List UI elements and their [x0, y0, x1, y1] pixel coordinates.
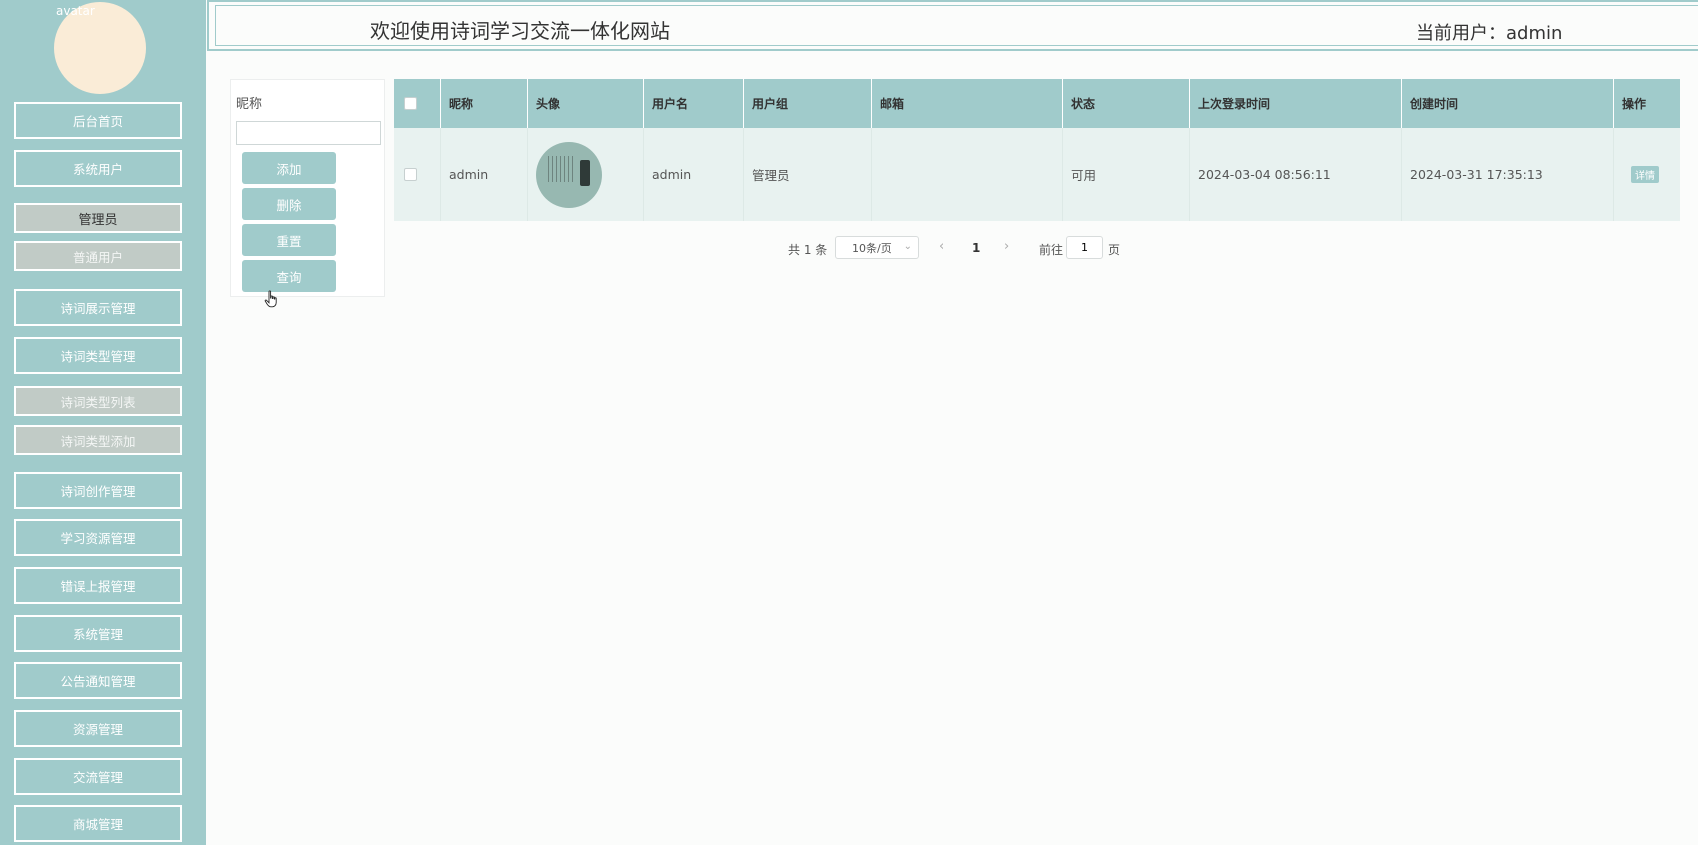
sidebar-item-label: 商城管理	[72, 817, 123, 832]
sidebar-item-poem-types[interactable]: 诗词类型管理	[14, 337, 182, 374]
sidebar-item-home[interactable]: 后台首页	[14, 102, 182, 139]
chevron-right-icon[interactable]: ›	[1004, 239, 1009, 254]
chevron-down-icon: ⌄	[903, 241, 912, 252]
sidebar-item-label: 交流管理	[72, 770, 123, 785]
pagination-total: 共 1 条	[788, 243, 828, 257]
add-button[interactable]: 添加	[242, 152, 336, 184]
sidebar-item-poem-display[interactable]: 诗词展示管理	[14, 289, 182, 326]
column-header-username[interactable]: 用户名	[644, 79, 744, 128]
column-header-email[interactable]: 邮箱	[872, 79, 1063, 128]
site-title: 欢迎使用诗词学习交流一体化网站	[370, 19, 670, 43]
column-header-group[interactable]: 用户组	[744, 79, 872, 128]
nickname-label: 昵称	[236, 97, 263, 112]
sidebar-item-label: 诗词类型添加	[60, 433, 136, 449]
sidebar-item-label: 后台首页	[72, 114, 123, 129]
sidebar-item-label: 诗词展示管理	[60, 301, 136, 316]
cell-actions: 详情	[1614, 128, 1680, 221]
delete-button[interactable]: 删除	[242, 188, 336, 220]
select-all-cell	[394, 79, 441, 128]
goto-page-input[interactable]	[1066, 236, 1103, 259]
sidebar-item-exchange[interactable]: 交流管理	[14, 758, 182, 795]
row-checkbox[interactable]	[404, 168, 417, 181]
column-header-nickname[interactable]: 昵称	[441, 79, 528, 128]
query-button[interactable]: 查询	[242, 260, 336, 292]
cell-created: 2024-03-31 17:35:13	[1402, 128, 1614, 221]
sidebar-item-label: 公告通知管理	[60, 674, 136, 689]
table-row: admin admin 管理员 可用 2024-03-04 08:56:11 2…	[394, 128, 1680, 221]
nickname-search-input[interactable]	[236, 121, 381, 145]
cell-username: admin	[644, 128, 744, 221]
sidebar-item-label: 管理员	[78, 212, 118, 228]
detail-button[interactable]: 详情	[1631, 166, 1659, 183]
cell-status: 可用	[1063, 128, 1190, 221]
table-header: 昵称 头像 用户名 用户组 邮箱 状态 上次登录时间 创建时间 操作	[394, 79, 1680, 128]
sidebar-item-label: 诗词创作管理	[60, 484, 136, 499]
cell-avatar	[528, 128, 644, 221]
sidebar-item-label: 普通用户	[72, 249, 123, 265]
current-page[interactable]: 1	[972, 241, 980, 255]
sidebar-item-label: 错误上报管理	[60, 579, 136, 594]
sidebar-item-system-management[interactable]: 系统管理	[14, 615, 182, 652]
sidebar-item-system-users[interactable]: 系统用户	[14, 150, 182, 187]
sidebar-item-label: 系统用户	[72, 162, 123, 177]
sidebar-item-label: 学习资源管理	[60, 531, 136, 546]
sidebar-item-label: 诗词类型管理	[60, 349, 136, 364]
row-select-cell	[394, 128, 441, 221]
sidebar-item-label: 系统管理	[72, 627, 123, 642]
column-header-status[interactable]: 状态	[1063, 79, 1190, 128]
column-header-last-login[interactable]: 上次登录时间	[1190, 79, 1402, 128]
cell-last-login: 2024-03-04 08:56:11	[1190, 128, 1402, 221]
cell-group: 管理员	[744, 128, 872, 221]
sidebar-item-label: 资源管理	[72, 722, 123, 737]
user-table: 昵称 头像 用户名 用户组 邮箱 状态 上次登录时间 创建时间 操作 admin…	[394, 79, 1680, 221]
goto-unit-label: 页	[1108, 243, 1121, 257]
sidebar-subitem-regular-users[interactable]: 普通用户	[14, 241, 182, 271]
goto-label: 前往	[1039, 243, 1064, 257]
header: 欢迎使用诗词学习交流一体化网站 当前用户：admin	[207, 0, 1698, 51]
sidebar-item-announcements[interactable]: 公告通知管理	[14, 662, 182, 699]
avatar: avatar	[54, 2, 146, 94]
sidebar-subitem-poem-type-add[interactable]: 诗词类型添加	[14, 425, 182, 455]
cell-email	[872, 128, 1063, 221]
current-user: 当前用户：admin	[1416, 23, 1563, 44]
sidebar: avatar 后台首页 系统用户 管理员 普通用户 诗词展示管理 诗词类型管理 …	[0, 0, 206, 845]
avatar-alt-text: avatar	[56, 4, 95, 18]
cell-nickname: admin	[441, 128, 528, 221]
sidebar-item-resources[interactable]: 资源管理	[14, 710, 182, 747]
sidebar-item-learning-resources[interactable]: 学习资源管理	[14, 519, 182, 556]
column-header-actions: 操作	[1622, 97, 1647, 111]
header-frame: 欢迎使用诗词学习交流一体化网站 当前用户：admin	[215, 5, 1698, 46]
reset-button[interactable]: 重置	[242, 224, 336, 256]
chevron-left-icon[interactable]: ‹	[939, 239, 944, 254]
search-panel: 昵称 添加 删除 重置 查询	[230, 79, 385, 297]
select-all-checkbox[interactable]	[404, 97, 417, 110]
user-avatar-image	[536, 141, 602, 208]
sidebar-item-error-reports[interactable]: 错误上报管理	[14, 567, 182, 604]
hand-cursor-icon	[264, 290, 277, 308]
sidebar-subitem-admins[interactable]: 管理员	[14, 203, 182, 233]
sidebar-item-label: 诗词类型列表	[60, 394, 136, 410]
sidebar-item-shop[interactable]: 商城管理	[14, 805, 182, 842]
column-header-created[interactable]: 创建时间	[1402, 79, 1614, 128]
page-size-select[interactable]: 10条/页 ⌄	[835, 236, 919, 259]
column-header-avatar: 头像	[528, 79, 644, 128]
sidebar-item-poem-creation[interactable]: 诗词创作管理	[14, 472, 182, 509]
sidebar-subitem-poem-type-list[interactable]: 诗词类型列表	[14, 386, 182, 416]
page-size-value: 10条/页	[852, 241, 892, 255]
